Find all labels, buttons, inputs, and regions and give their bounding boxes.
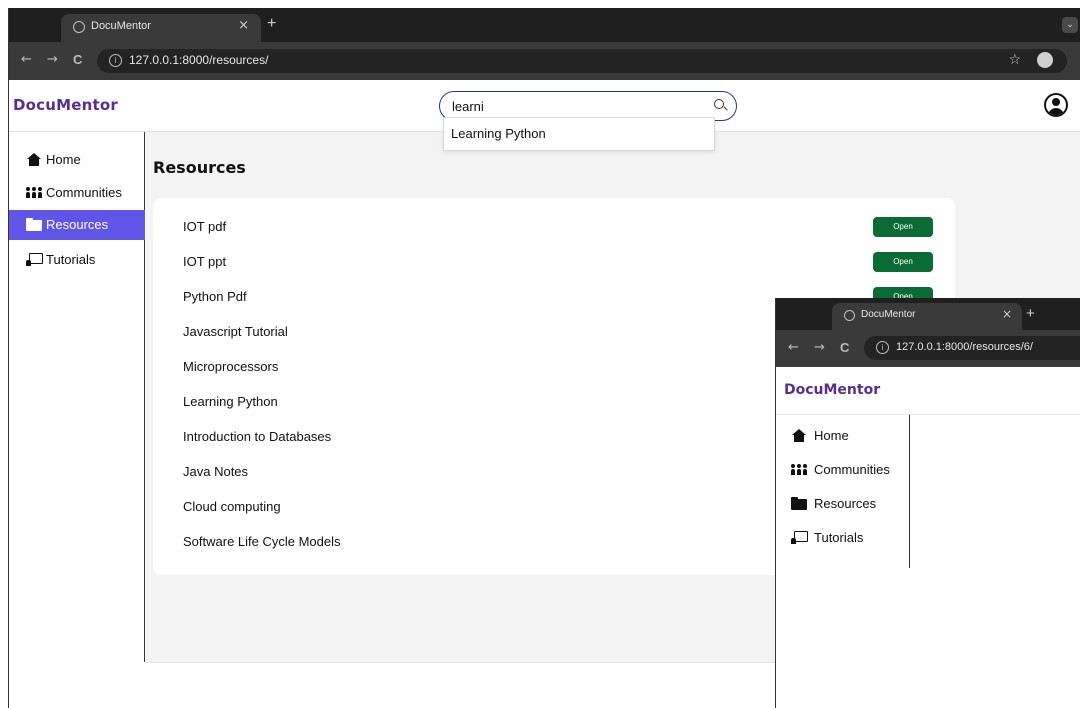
sidebar-item-resources[interactable]: Resources [776, 489, 910, 519]
sidebar-item-resources[interactable]: Resources [9, 210, 145, 240]
search-icon[interactable] [714, 99, 724, 109]
profile-icon[interactable] [1037, 52, 1053, 68]
close-tab-icon[interactable]: × [238, 18, 249, 33]
resource-name[interactable]: IOT ppt [183, 254, 226, 269]
resource-name[interactable]: Python Pdf [183, 289, 247, 304]
sidebar-item-home[interactable]: Home [9, 145, 145, 175]
resource-name[interactable]: IOT pdf [183, 219, 226, 234]
browser-tab[interactable]: DocuMentor × [832, 303, 1022, 330]
reload-button[interactable]: C [73, 52, 82, 67]
sidebar: Home Communities Resources Tutorials [9, 132, 145, 662]
app-header: DocuMentor [776, 367, 1080, 415]
resource-name[interactable]: Javascript Tutorial [183, 324, 288, 339]
new-tab-button[interactable]: + [267, 15, 276, 33]
sidebar-item-label: Communities [46, 185, 122, 200]
sidebar-item-tutorials[interactable]: Tutorials [9, 245, 145, 275]
sidebar-item-label: Home [46, 152, 81, 167]
people-icon [26, 186, 42, 200]
tab-title: DocuMentor [861, 309, 916, 320]
resource-name[interactable]: Microprocessors [183, 359, 278, 374]
search-suggestions: Learning Python [443, 117, 715, 151]
sidebar-item-label: Tutorials [46, 252, 96, 267]
sidebar-item-label: Resources [814, 496, 877, 511]
resource-name[interactable]: Cloud computing [183, 499, 281, 514]
sidebar-item-home[interactable]: Home [776, 421, 910, 451]
tab-title: DocuMentor [91, 20, 151, 32]
resource-name[interactable]: Learning Python [183, 394, 278, 409]
sidebar: Home Communities Resources Tutorials [776, 415, 910, 568]
forward-button[interactable]: → [47, 52, 58, 67]
browser-tab[interactable]: DocuMentor × [61, 14, 261, 42]
url-text: 127.0.0.1:8000/resources/6/ [896, 341, 1033, 353]
search-input[interactable] [452, 97, 702, 115]
new-tab-button[interactable]: + [1026, 305, 1035, 322]
folder-icon [791, 497, 807, 511]
screen: DocuMentor × + ⌄ ← → C i 127.0.0.1:8000/… [0, 0, 1080, 708]
globe-icon [73, 21, 85, 33]
user-head-shape [1052, 98, 1060, 106]
page-title: Resources [153, 158, 246, 177]
resource-row[interactable]: IOT pdf Open [183, 213, 943, 243]
browser-toolbar: ← → C i 127.0.0.1:8000/resources/ ☆ [9, 42, 1080, 80]
tab-search-chevron-icon[interactable]: ⌄ [1062, 17, 1078, 33]
sidebar-item-label: Resources [46, 217, 109, 232]
site-info-icon[interactable]: i [876, 341, 889, 354]
sidebar-item-communities[interactable]: Communities [776, 455, 910, 485]
browser-toolbar: ← → C i 127.0.0.1:8000/resources/6/ [776, 330, 1080, 367]
tab-strip: DocuMentor × + ⌄ [9, 8, 1080, 42]
brand-logo[interactable]: DocuMentor [13, 96, 118, 114]
close-tab-icon[interactable]: × [1002, 307, 1012, 321]
people-icon [791, 463, 807, 477]
sidebar-item-label: Communities [814, 462, 890, 477]
bookmark-star-icon[interactable]: ☆ [1008, 52, 1021, 68]
resource-name[interactable]: Introduction to Databases [183, 429, 331, 444]
resource-name[interactable]: Java Notes [183, 464, 248, 479]
open-button[interactable]: Open [873, 252, 933, 272]
brand-logo[interactable]: DocuMentor [784, 382, 880, 398]
site-info-icon[interactable]: i [109, 54, 122, 67]
resource-row[interactable]: IOT ppt Open [183, 248, 943, 278]
home-icon [791, 429, 807, 443]
folder-icon [26, 218, 42, 232]
address-bar[interactable]: i 127.0.0.1:8000/resources/6/ [864, 336, 1080, 360]
sidebar-item-label: Tutorials [814, 530, 864, 545]
sidebar-item-communities[interactable]: Communities [9, 178, 145, 208]
resource-name[interactable]: Software Life Cycle Models [183, 534, 341, 549]
home-icon [26, 153, 42, 167]
url-text: 127.0.0.1:8000/resources/ [129, 53, 269, 67]
overlay-browser-window: DocuMentor × + ← → C i 127.0.0.1:8000/re… [775, 298, 1080, 708]
forward-button[interactable]: → [814, 340, 825, 355]
tab-strip: DocuMentor × + [776, 298, 1080, 330]
reload-button[interactable]: C [840, 340, 849, 355]
back-button[interactable]: ← [788, 340, 799, 355]
suggestion-item[interactable]: Learning Python [451, 126, 546, 141]
open-button[interactable]: Open [873, 217, 933, 237]
sidebar-item-tutorials[interactable]: Tutorials [776, 523, 910, 553]
back-button[interactable]: ← [21, 52, 32, 67]
chalkboard-teacher-icon [791, 531, 808, 545]
sidebar-item-label: Home [814, 428, 849, 443]
user-body-shape [1048, 108, 1064, 115]
user-account-icon[interactable] [1044, 93, 1068, 117]
chalkboard-teacher-icon [26, 253, 43, 267]
globe-icon [844, 310, 855, 321]
address-bar[interactable]: i 127.0.0.1:8000/resources/ ☆ [97, 49, 1067, 73]
